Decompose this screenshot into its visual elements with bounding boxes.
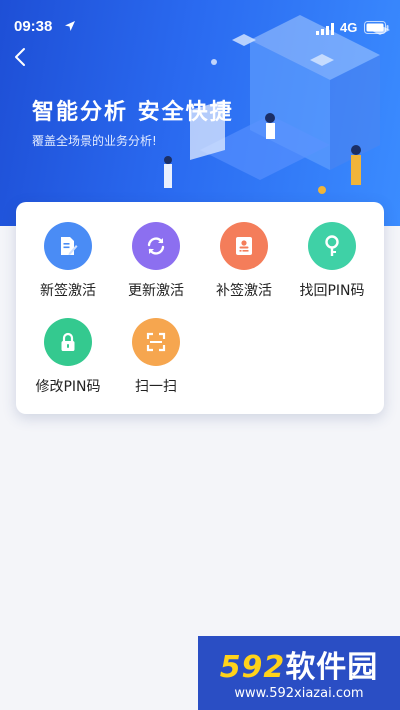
banner-title: 智能分析 安全快捷 (32, 100, 234, 125)
action-label: 新签激活 (40, 283, 96, 299)
action-renew-activate[interactable]: 更新激活 (116, 222, 196, 308)
action-resign-activate[interactable]: 补签激活 (204, 222, 284, 308)
action-label: 更新激活 (128, 283, 184, 299)
signal-icon (316, 23, 334, 35)
action-scan[interactable]: 扫一扫 (116, 318, 196, 404)
action-icon-bg (132, 222, 180, 270)
action-label: 扫一扫 (135, 379, 177, 395)
action-label: 找回PIN码 (299, 283, 365, 299)
action-icon-bg (44, 222, 92, 270)
action-icon-bg (308, 222, 356, 270)
key-icon (325, 235, 339, 256)
scan-icon (146, 332, 166, 352)
document-edit-icon (61, 237, 78, 255)
watermark-url: www.592xiazai.com (234, 686, 364, 701)
action-label: 补签激活 (216, 283, 272, 299)
status-bar: 09:38 4G (0, 0, 400, 40)
action-retrieve-pin[interactable]: 找回PIN码 (292, 222, 372, 308)
action-icon-bg (220, 222, 268, 270)
lock-icon (61, 332, 75, 351)
watermark-brand-text: 软件园 (285, 650, 379, 685)
site-watermark: 592软件园 www.592xiazai.com (198, 636, 400, 710)
header-banner: 09:38 4G 智能分析 安全快捷 覆盖全场景的业务分析! (0, 0, 400, 226)
refresh-icon (147, 237, 165, 255)
action-label: 修改PIN码 (35, 379, 101, 395)
location-icon (65, 21, 75, 31)
action-new-sign-activate[interactable]: 新签激活 (28, 222, 108, 308)
action-change-pin[interactable]: 修改PIN码 (28, 318, 108, 404)
battery-icon (364, 21, 389, 34)
chevron-left-icon[interactable] (8, 44, 34, 70)
action-icon-bg (44, 318, 92, 366)
id-card-icon (236, 237, 252, 255)
status-time: 09:38 (14, 18, 53, 35)
action-icon-bg (132, 318, 180, 366)
watermark-brand: 592软件园 (198, 642, 400, 686)
action-grid-card: 新签激活 更新激活 补签激活 找回PIN码 修改PIN码 扫一扫 (16, 202, 384, 414)
banner-subtitle: 覆盖全场景的业务分析! (32, 134, 157, 148)
watermark-brand-number: 592 (219, 650, 286, 685)
network-type: 4G (340, 20, 358, 35)
